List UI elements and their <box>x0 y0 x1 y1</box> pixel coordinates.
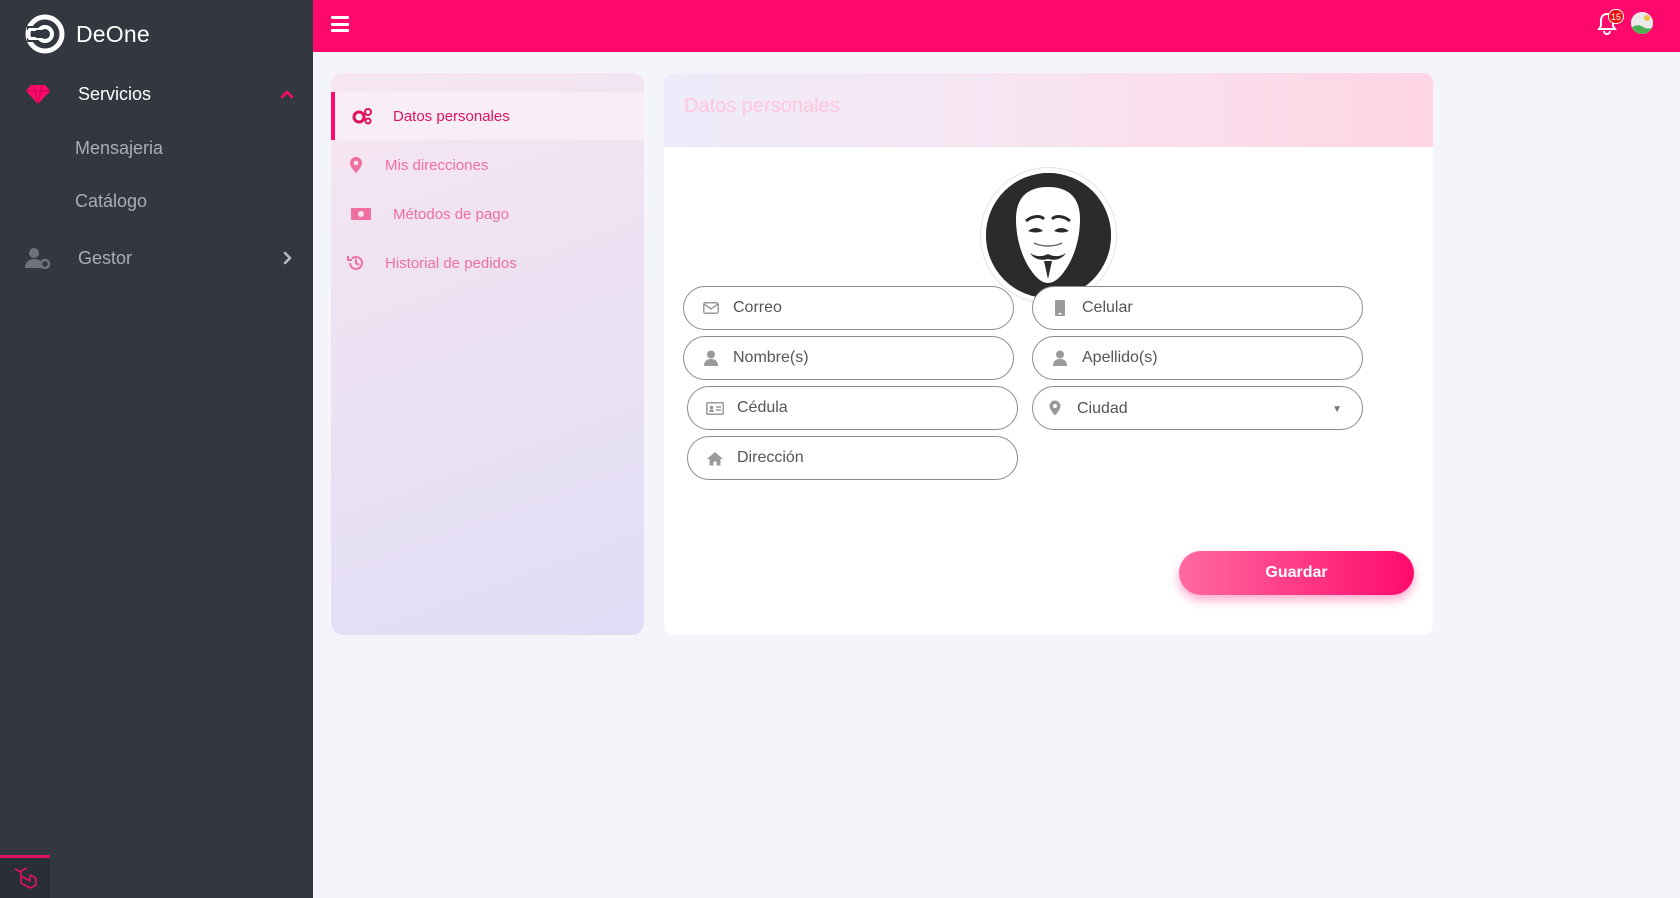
map-pin-icon <box>345 155 367 175</box>
caret-down-icon: ▼ <box>1332 404 1342 415</box>
topbar: 15 <box>313 0 1680 52</box>
money-icon <box>350 204 372 224</box>
menu-item-metodos-de-pago[interactable]: Métodos de pago <box>331 190 644 238</box>
sidebar-item-label: Servicios <box>78 83 152 104</box>
chevron-right-icon <box>283 251 292 265</box>
laravel-icon <box>14 867 37 889</box>
chevron-up-icon <box>280 90 294 99</box>
map-marker-icon <box>1045 399 1065 417</box>
brand-name: DeOne <box>76 20 150 47</box>
last-name-input[interactable] <box>1082 346 1346 370</box>
phone-input[interactable] <box>1082 296 1346 320</box>
sidebar-item-gestor[interactable]: Gestor <box>0 236 313 280</box>
city-select-value: Ciudad <box>1077 400 1128 417</box>
profile-menu: Datos personales Mis direcciones Métodos… <box>331 73 644 635</box>
menu-item-label: Historial de pedidos <box>385 254 517 272</box>
mobile-icon <box>1050 299 1070 317</box>
gem-icon <box>24 82 52 106</box>
last-name-field[interactable] <box>1032 336 1363 380</box>
user-icon <box>1050 349 1070 367</box>
home-icon <box>705 449 725 467</box>
laravel-debugbar-button[interactable] <box>0 855 50 898</box>
address-input[interactable] <box>737 446 1001 470</box>
deone-logo-icon <box>25 14 65 54</box>
phone-field[interactable] <box>1032 286 1363 330</box>
email-field[interactable] <box>683 286 1014 330</box>
menu-item-label: Mis direcciones <box>385 156 489 174</box>
gears-icon <box>351 106 373 126</box>
brand[interactable]: DeOne <box>24 13 150 55</box>
first-name-field[interactable] <box>683 336 1014 380</box>
user-avatar[interactable] <box>1631 12 1653 34</box>
sidebar: DeOne Servicios Mensajeria Catálogo Gest… <box>0 0 313 898</box>
history-icon <box>345 253 367 273</box>
notification-badge: 15 <box>1607 9 1624 24</box>
menu-toggle-icon[interactable] <box>331 16 349 32</box>
menu-item-mis-direcciones[interactable]: Mis direcciones <box>331 141 644 189</box>
user-gear-icon <box>24 246 52 270</box>
sidebar-item-servicios[interactable]: Servicios <box>0 72 313 116</box>
save-button[interactable]: Guardar <box>1179 551 1414 595</box>
mask-avatar-icon <box>986 173 1111 298</box>
sidebar-subitem-mensajeria[interactable]: Mensajeria <box>75 138 163 159</box>
personal-data-form: Datos personales Correo Celular Nombre(s… <box>664 73 1433 635</box>
profile-photo[interactable] <box>980 167 1117 304</box>
form-header: Datos personales <box>664 73 1433 147</box>
sidebar-subitem-catalogo[interactable]: Catálogo <box>75 191 147 212</box>
envelope-icon <box>701 299 721 317</box>
form-title: Datos personales <box>684 95 840 117</box>
email-input[interactable] <box>733 296 997 320</box>
sidebar-item-label: Gestor <box>78 247 133 268</box>
city-select[interactable]: Ciudad ▼ <box>1032 386 1363 430</box>
id-number-input[interactable] <box>737 396 1001 420</box>
menu-item-label: Datos personales <box>393 107 510 125</box>
menu-item-datos-personales[interactable]: Datos personales <box>331 92 644 140</box>
id-number-field[interactable] <box>687 386 1018 430</box>
user-icon <box>701 349 721 367</box>
id-card-icon <box>705 399 725 417</box>
menu-item-historial-de-pedidos[interactable]: Historial de pedidos <box>331 239 644 287</box>
menu-item-label: Métodos de pago <box>393 205 509 223</box>
address-field[interactable] <box>687 436 1018 480</box>
first-name-input[interactable] <box>733 346 997 370</box>
